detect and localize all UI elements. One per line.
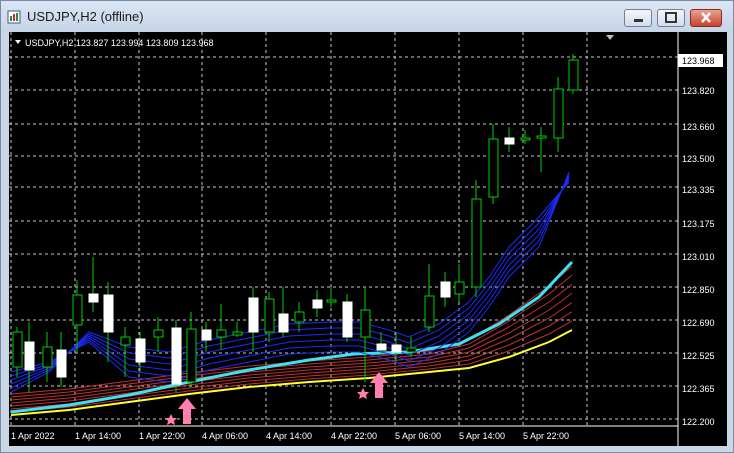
candle-body (153, 329, 164, 338)
chart-window-icon (7, 10, 21, 24)
minimize-button[interactable] (624, 9, 652, 27)
candle-body (360, 309, 371, 338)
chart-grid (9, 32, 678, 426)
candle-body (88, 293, 99, 303)
candle-body (201, 329, 212, 341)
candle-body (471, 198, 482, 288)
price-label: 122.200 (682, 417, 715, 427)
star-icon (165, 414, 177, 425)
candle-body (326, 299, 337, 303)
candle-body (454, 281, 465, 295)
candle-body (376, 343, 387, 351)
time-label: 4 Apr 22:00 (331, 431, 377, 441)
triangle-down-icon[interactable] (15, 40, 21, 44)
candle-body (406, 347, 417, 353)
price-label: 123.175 (682, 219, 715, 229)
candle-body (342, 301, 353, 338)
close-button[interactable] (690, 9, 722, 27)
maximize-button[interactable] (657, 9, 685, 27)
time-label: 4 Apr 06:00 (202, 431, 248, 441)
candle-body (12, 331, 23, 368)
candle-body (391, 344, 402, 353)
time-axis: 1 Apr 2022 1 Apr 14:00 1 Apr 22:00 4 Apr… (11, 431, 569, 441)
candle-body (504, 137, 515, 145)
candle-body (103, 294, 114, 333)
candle-body (56, 349, 67, 378)
time-label: 1 Apr 14:00 (75, 431, 121, 441)
candle-body (536, 135, 547, 139)
close-icon (701, 12, 711, 23)
candle-body (312, 299, 323, 309)
candle-body (186, 328, 197, 383)
price-label: 122.525 (682, 351, 715, 361)
price-label: 123.010 (682, 252, 715, 262)
minimize-icon (634, 19, 643, 22)
up-arrow-icon (178, 398, 196, 424)
chart-area[interactable]: USDJPY,H2 123.827 123.994 123.809 123.96… (9, 32, 727, 446)
candle-body (42, 346, 53, 368)
candle-body (424, 295, 435, 328)
time-label: 5 Apr 06:00 (395, 431, 441, 441)
time-label: 4 Apr 14:00 (266, 431, 312, 441)
current-price-label: 123.968 (682, 56, 715, 66)
shift-marker-icon[interactable] (606, 35, 614, 40)
price-label: 123.820 (682, 86, 715, 96)
time-label: 5 Apr 14:00 (459, 431, 505, 441)
candle-body (488, 138, 499, 198)
time-label: 1 Apr 22:00 (139, 431, 185, 441)
price-chart[interactable]: USDJPY,H2 123.827 123.994 123.809 123.96… (9, 32, 727, 446)
candle-body (232, 331, 243, 336)
price-label: 123.660 (682, 122, 715, 132)
price-label: 122.850 (682, 285, 715, 295)
ma-blue-line (10, 171, 570, 383)
price-label: 122.690 (682, 318, 715, 328)
candle-body (553, 88, 564, 139)
price-axis: 123.820 123.660 123.500 123.335 123.175 … (678, 54, 723, 427)
candle-body (264, 298, 275, 333)
candle-body (135, 338, 146, 363)
ma-blue-line (10, 173, 570, 377)
candle-body (24, 341, 35, 371)
candle-body (568, 59, 579, 91)
candle-body (216, 329, 227, 338)
price-label: 122.365 (682, 384, 715, 394)
price-label: 123.335 (682, 185, 715, 195)
star-icon (357, 388, 369, 399)
time-label: 5 Apr 22:00 (523, 431, 569, 441)
candle-body (72, 294, 83, 326)
candle-body (248, 297, 259, 333)
candle-body (294, 311, 305, 323)
candle-body (520, 137, 531, 141)
chart-window: USDJPY,H2 (offline) USDJPY,H2 123.827 12… (0, 0, 734, 453)
ma-blue-line (10, 179, 570, 389)
symbol-info: USDJPY,H2 123.827 123.994 123.809 123.96… (25, 38, 214, 48)
window-title: USDJPY,H2 (offline) (27, 9, 144, 24)
candle-body (440, 281, 451, 298)
candle-body (278, 313, 289, 333)
candle-body (171, 327, 182, 385)
candle-body (120, 336, 131, 346)
title-bar[interactable]: USDJPY,H2 (offline) (1, 1, 733, 32)
maximize-icon (665, 12, 677, 23)
time-label: 1 Apr 2022 (11, 431, 55, 441)
price-label: 123.500 (682, 154, 715, 164)
